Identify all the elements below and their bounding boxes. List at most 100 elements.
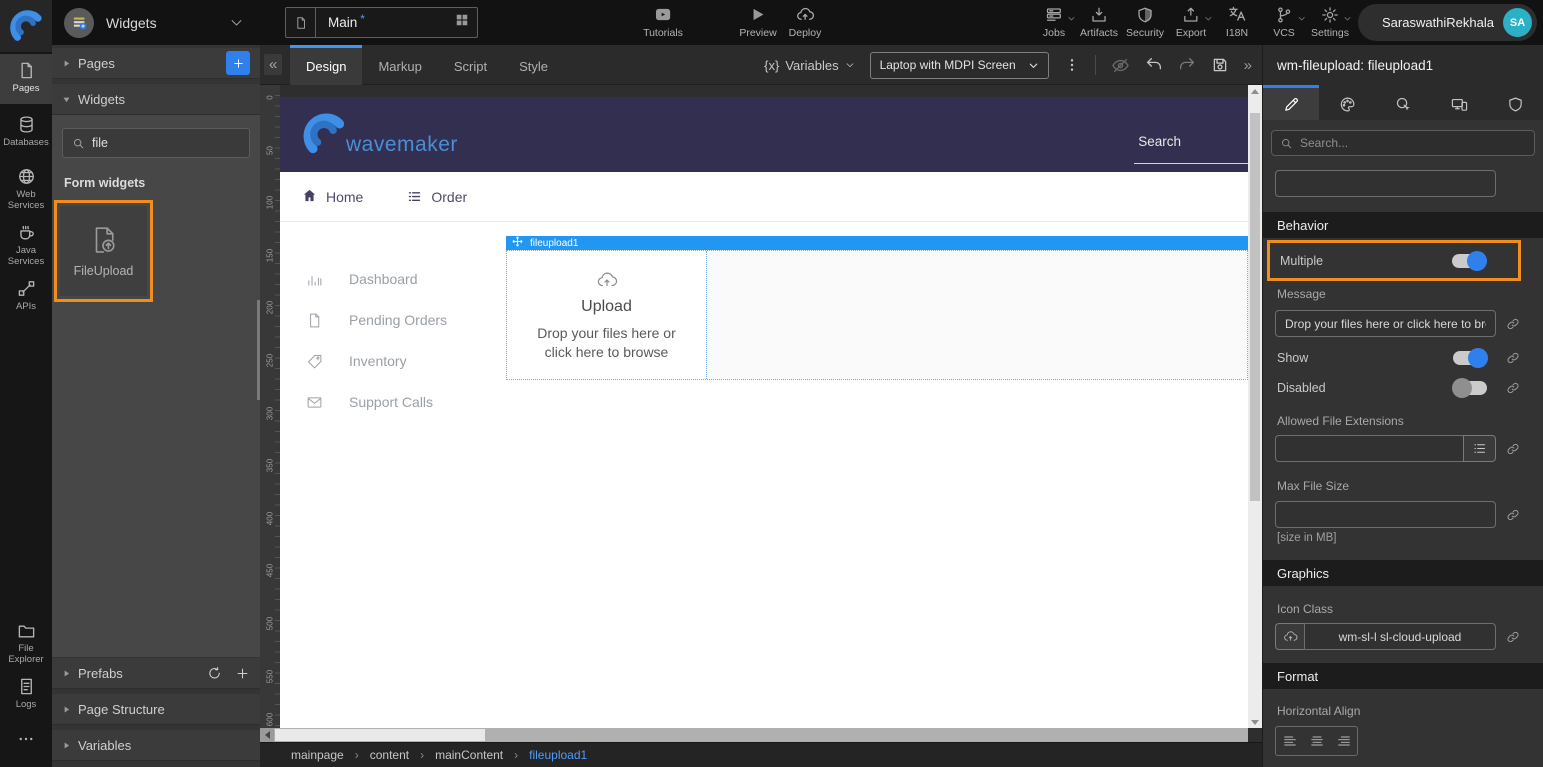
workspace-label: Widgets bbox=[106, 15, 157, 31]
add-page-button[interactable] bbox=[226, 51, 250, 75]
tab-script[interactable]: Script bbox=[438, 45, 503, 85]
chevron-down-icon bbox=[1204, 14, 1213, 23]
sidebar-item-file-explorer[interactable]: File Explorer bbox=[0, 614, 52, 664]
sidebar-item-logs[interactable]: Logs bbox=[0, 670, 52, 714]
nav-item-order[interactable]: Order bbox=[407, 189, 467, 205]
i18n-button[interactable]: I18N bbox=[1226, 5, 1248, 39]
top-bar: Widgets Main * Tutorials Preview Deploy … bbox=[52, 0, 1543, 45]
link-icon[interactable] bbox=[1506, 508, 1520, 522]
menu-item-support-calls[interactable]: Support Calls bbox=[280, 382, 490, 422]
widget-search-input[interactable] bbox=[92, 136, 253, 150]
order-icon bbox=[407, 189, 422, 204]
link-icon[interactable] bbox=[1506, 317, 1520, 331]
grid-icon[interactable] bbox=[455, 13, 469, 32]
device-select[interactable]: Laptop with MDPI Screen bbox=[870, 52, 1049, 79]
allowed-extensions-input[interactable] bbox=[1275, 435, 1463, 462]
align-left-icon[interactable] bbox=[1276, 727, 1303, 755]
fileupload-dropzone[interactable]: Upload Drop your files here or click her… bbox=[507, 251, 707, 379]
jobs-button[interactable]: Jobs bbox=[1043, 5, 1065, 39]
link-icon[interactable] bbox=[1506, 630, 1520, 644]
property-search-input[interactable] bbox=[1300, 136, 1526, 150]
message-input[interactable] bbox=[1275, 310, 1496, 337]
variables-menu[interactable]: {x} Variables bbox=[764, 58, 854, 73]
widget-name-input[interactable] bbox=[1275, 170, 1496, 197]
more-vertical-icon[interactable] bbox=[1064, 57, 1080, 73]
artifacts-button[interactable]: Artifacts bbox=[1080, 5, 1118, 39]
prefabs-section-header[interactable]: Prefabs bbox=[52, 658, 260, 689]
preview-button[interactable]: Preview bbox=[739, 5, 776, 39]
show-toggle[interactable] bbox=[1453, 351, 1487, 365]
page-tab-main[interactable]: Main * bbox=[285, 7, 478, 38]
collapse-inspector-button[interactable]: » bbox=[1244, 57, 1252, 74]
redo-icon[interactable] bbox=[1178, 56, 1196, 74]
widget-selection-bar[interactable]: fileupload1 bbox=[506, 236, 1248, 250]
workspace-selector[interactable]: Widgets bbox=[52, 0, 260, 45]
breadcrumb-maincontent[interactable]: mainContent bbox=[435, 748, 503, 762]
inspector-title: wm-fileupload: fileupload1 bbox=[1263, 45, 1543, 85]
link-icon[interactable] bbox=[1506, 442, 1520, 456]
move-icon bbox=[512, 236, 523, 250]
plus-icon[interactable] bbox=[235, 666, 250, 681]
canvas-horizontal-scrollbar[interactable] bbox=[260, 728, 1248, 742]
menu-item-pending-orders[interactable]: Pending Orders bbox=[280, 300, 490, 340]
icon-class-input[interactable] bbox=[1304, 623, 1496, 650]
cloud-upload-icon[interactable] bbox=[1275, 623, 1304, 650]
list-icon[interactable] bbox=[1463, 435, 1496, 462]
tab-style[interactable]: Style bbox=[503, 45, 564, 85]
tutorials-button[interactable]: Tutorials bbox=[643, 5, 683, 39]
canvas-vertical-scrollbar[interactable] bbox=[1248, 85, 1262, 728]
settings-button[interactable]: Settings bbox=[1311, 5, 1349, 39]
vcs-button[interactable]: VCS bbox=[1273, 5, 1295, 39]
caret-down-icon bbox=[62, 95, 78, 104]
sidebar-item-databases[interactable]: Databases bbox=[0, 108, 52, 158]
tab-security[interactable] bbox=[1487, 85, 1543, 120]
tab-properties[interactable] bbox=[1263, 85, 1319, 120]
breadcrumb-content[interactable]: content bbox=[370, 748, 409, 762]
property-search[interactable] bbox=[1271, 130, 1535, 156]
wavemaker-logo[interactable] bbox=[0, 0, 52, 52]
sidebar-item-web-services[interactable]: Web Services bbox=[0, 160, 52, 214]
tab-design[interactable]: Design bbox=[290, 45, 362, 85]
breadcrumb-mainpage[interactable]: mainpage bbox=[291, 748, 344, 762]
export-button[interactable]: Export bbox=[1176, 5, 1206, 39]
widget-row-empty-area[interactable] bbox=[707, 251, 1247, 379]
tab-styles[interactable] bbox=[1319, 85, 1375, 120]
align-right-icon[interactable] bbox=[1330, 727, 1357, 755]
nav-item-home[interactable]: Home bbox=[302, 188, 363, 206]
page-structure-section-header[interactable]: Page Structure bbox=[52, 694, 260, 725]
link-icon[interactable] bbox=[1506, 381, 1520, 395]
security-button[interactable]: Security bbox=[1126, 5, 1164, 39]
undo-icon[interactable] bbox=[1145, 56, 1163, 74]
align-center-icon[interactable] bbox=[1303, 727, 1330, 755]
widgets-section-header[interactable]: Widgets bbox=[52, 84, 260, 115]
sidebar-item-apis[interactable]: APIs bbox=[0, 272, 52, 316]
widget-search[interactable] bbox=[62, 128, 250, 158]
collapse-panel-button[interactable]: « bbox=[264, 54, 282, 75]
eye-off-icon[interactable] bbox=[1111, 56, 1130, 75]
youtube-icon bbox=[652, 5, 674, 24]
user-menu[interactable]: SaraswathiRekhala SA bbox=[1358, 4, 1537, 41]
max-file-size-input[interactable] bbox=[1275, 501, 1496, 528]
sidebar-item-pages[interactable]: Pages bbox=[0, 54, 52, 104]
menu-item-dashboard[interactable]: Dashboard bbox=[280, 259, 490, 299]
page-header: wavemaker Search bbox=[280, 97, 1248, 172]
sidebar-item-java-services[interactable]: Java Services bbox=[0, 216, 52, 270]
tab-events[interactable] bbox=[1375, 85, 1431, 120]
refresh-icon[interactable] bbox=[207, 666, 222, 681]
left-rail: Pages Databases Web Services Java Servic… bbox=[0, 0, 52, 767]
save-icon[interactable] bbox=[1211, 56, 1229, 74]
link-icon[interactable] bbox=[1506, 351, 1520, 365]
disabled-toggle[interactable] bbox=[1453, 381, 1487, 395]
tab-devices[interactable] bbox=[1431, 85, 1487, 120]
breadcrumb-fileupload1[interactable]: fileupload1 bbox=[529, 748, 587, 762]
pages-section-header[interactable]: Pages bbox=[52, 48, 260, 79]
multiple-toggle[interactable] bbox=[1452, 254, 1486, 268]
fileupload-widget-tile[interactable]: FileUpload bbox=[60, 206, 147, 296]
menu-item-inventory[interactable]: Inventory bbox=[280, 341, 490, 381]
deploy-button[interactable]: Deploy bbox=[789, 5, 822, 39]
branch-icon bbox=[1275, 5, 1293, 24]
tab-markup[interactable]: Markup bbox=[362, 45, 437, 85]
variables-section-header[interactable]: Variables bbox=[52, 730, 260, 761]
more-rail-items-button[interactable] bbox=[0, 730, 52, 753]
page-search-link[interactable]: Search bbox=[1138, 134, 1181, 149]
